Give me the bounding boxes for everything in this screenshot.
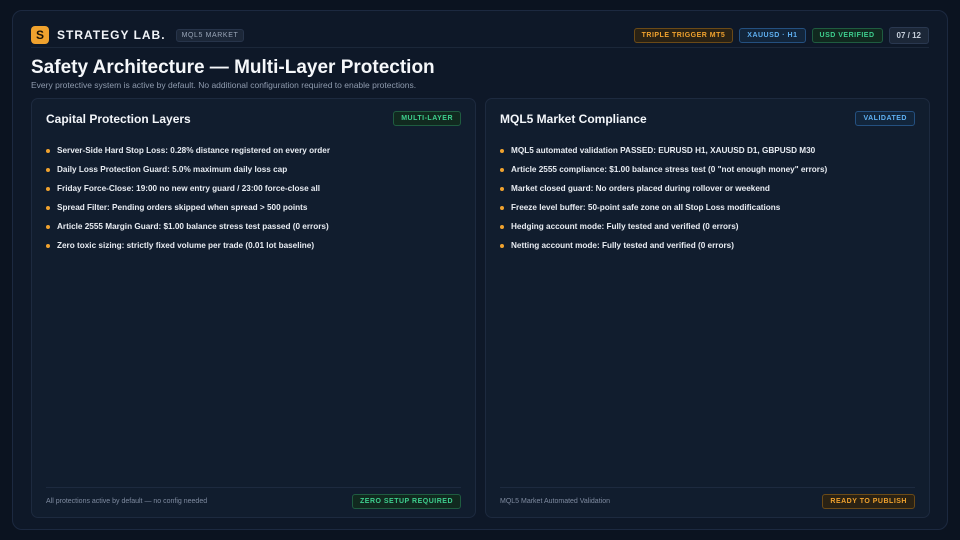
slide-frame: S STRATEGY LAB. MQL5 MARKET TRIPLE TRIGG… (12, 10, 948, 530)
list-item: Server-Side Hard Stop Loss: 0.28% distan… (46, 141, 461, 160)
multi-layer-badge: MULTI-LAYER (393, 111, 461, 126)
panel-footer: All protections active by default — no c… (46, 487, 461, 509)
bullet-icon (500, 205, 504, 210)
list-item: MQL5 automated validation PASSED: EURUSD… (500, 141, 915, 160)
bullet-icon (500, 148, 504, 153)
list-item: Daily Loss Protection Guard: 5.0% maximu… (46, 160, 461, 179)
bullet-icon (46, 148, 50, 153)
symbol-badge: XAUUSD · H1 (739, 27, 806, 43)
page-counter: 07 / 12 (888, 26, 929, 44)
top-bar: S STRATEGY LAB. MQL5 MARKET TRIPLE TRIGG… (31, 23, 929, 47)
validated-badge: VALIDATED (855, 111, 915, 126)
panel-header: Capital Protection Layers MULTI-LAYER (46, 111, 461, 126)
list-item: Friday Force-Close: 19:00 no new entry g… (46, 179, 461, 198)
bullet-icon (46, 186, 50, 191)
bullet-icon (46, 224, 50, 229)
list-item: Netting account mode: Fully tested and v… (500, 236, 915, 255)
capital-protection-panel: Capital Protection Layers MULTI-LAYER Se… (31, 98, 476, 518)
product-badge: TRIPLE TRIGGER MT5 (633, 27, 734, 43)
list-item-text: Article 2555 compliance: $1.00 balance s… (511, 165, 828, 174)
brand-tag: MQL5 MARKET (175, 28, 245, 42)
page-subtitle: Every protective system is active by def… (31, 80, 417, 90)
panel-title: Capital Protection Layers (46, 111, 191, 126)
compliance-list: MQL5 automated validation PASSED: EURUSD… (500, 141, 915, 255)
bullet-icon (46, 167, 50, 172)
market-compliance-panel: MQL5 Market Compliance VALIDATED MQL5 au… (485, 98, 930, 518)
protection-list: Server-Side Hard Stop Loss: 0.28% distan… (46, 141, 461, 255)
zero-setup-badge: ZERO SETUP REQUIRED (352, 493, 461, 509)
list-item-text: MQL5 automated validation PASSED: EURUSD… (511, 146, 816, 155)
ready-to-publish-badge: READY TO PUBLISH (822, 493, 915, 509)
bullet-icon (500, 167, 504, 172)
list-item-text: Market closed guard: No orders placed du… (511, 184, 770, 193)
list-item: Zero toxic sizing: strictly fixed volume… (46, 236, 461, 255)
bullet-icon (46, 243, 50, 248)
list-item-text: Server-Side Hard Stop Loss: 0.28% distan… (57, 146, 331, 155)
footer-text: All protections active by default — no c… (46, 497, 208, 505)
list-item: Market closed guard: No orders placed du… (500, 179, 915, 198)
brand: S STRATEGY LAB. MQL5 MARKET (31, 26, 245, 44)
list-item: Hedging account mode: Fully tested and v… (500, 217, 915, 236)
panel-title: MQL5 Market Compliance (500, 111, 647, 126)
bullet-icon (500, 186, 504, 191)
header-badges: TRIPLE TRIGGER MT5 XAUUSD · H1 USD VERIF… (633, 26, 929, 44)
panel-header: MQL5 Market Compliance VALIDATED (500, 111, 915, 126)
list-item-text: Hedging account mode: Fully tested and v… (511, 222, 739, 231)
footer-text: MQL5 Market Automated Validation (500, 497, 610, 505)
list-item-text: Spread Filter: Pending orders skipped wh… (57, 203, 308, 212)
list-item: Freeze level buffer: 50-point safe zone … (500, 198, 915, 217)
brand-name: STRATEGY LAB. (57, 28, 166, 42)
bullet-icon (500, 224, 504, 229)
header-divider (31, 47, 929, 48)
bullet-icon (46, 205, 50, 210)
list-item: Article 2555 compliance: $1.00 balance s… (500, 160, 915, 179)
list-item-text: Daily Loss Protection Guard: 5.0% maximu… (57, 165, 288, 174)
list-item-text: Freeze level buffer: 50-point safe zone … (511, 203, 781, 212)
list-item-text: Netting account mode: Fully tested and v… (511, 241, 734, 250)
list-item-text: Friday Force-Close: 19:00 no new entry g… (57, 184, 320, 193)
bullet-icon (500, 243, 504, 248)
list-item: Spread Filter: Pending orders skipped wh… (46, 198, 461, 217)
verified-badge: USD VERIFIED (811, 27, 883, 43)
logo-icon: S (31, 26, 49, 44)
list-item: Article 2555 Margin Guard: $1.00 balance… (46, 217, 461, 236)
panel-footer: MQL5 Market Automated Validation READY T… (500, 487, 915, 509)
page-title: Safety Architecture — Multi-Layer Protec… (31, 57, 435, 78)
list-item-text: Zero toxic sizing: strictly fixed volume… (57, 241, 315, 250)
list-item-text: Article 2555 Margin Guard: $1.00 balance… (57, 222, 329, 231)
